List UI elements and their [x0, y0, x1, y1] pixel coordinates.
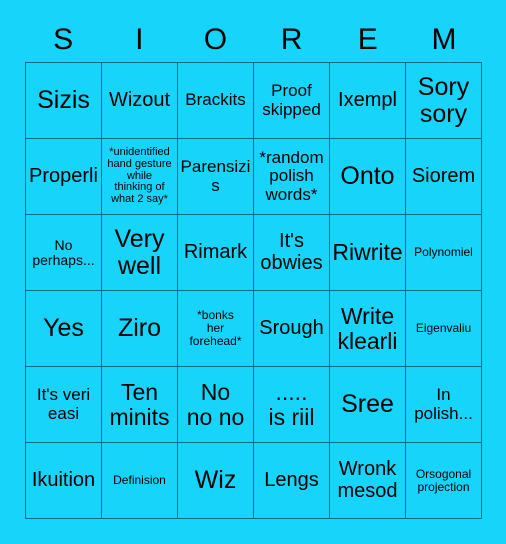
bingo-cell[interactable]: Orsogonal projection [406, 443, 482, 519]
bingo-header-letter-1: I [135, 23, 144, 56]
bingo-cell[interactable]: *unidentified hand gesture while thinkin… [102, 139, 178, 215]
bingo-grid: Sizis Wizout Brackits Proof skipped Ixempl So… [25, 62, 482, 519]
bingo-cell-label: Write klearli [337, 303, 398, 354]
bingo-cell-label: Orsogonal projection [415, 466, 472, 494]
bingo-cell[interactable]: Ten minits [102, 367, 178, 443]
bingo-cell[interactable]: *bonks her forehead* [178, 291, 254, 367]
bingo-cell[interactable]: Ixempl [330, 63, 406, 139]
bingo-cell[interactable]: No perhaps... [26, 215, 102, 291]
bingo-cell[interactable]: Very well [102, 215, 178, 291]
bingo-cell-label: Sizis [37, 86, 90, 115]
bingo-cell-label: Onto [340, 162, 395, 191]
bingo-header-letter-2: O [203, 23, 228, 56]
bingo-cell[interactable]: Wizout [102, 63, 178, 139]
bingo-card: S I O R E M Sizis Wizout Brackits Proof skipped I… [0, 0, 506, 544]
bingo-cell-label: Proof skipped [262, 81, 321, 119]
bingo-cell[interactable]: Sree [330, 367, 406, 443]
bingo-cell-label: Sree [341, 390, 394, 419]
bingo-cell-label: Eigenvaliu [415, 321, 472, 336]
bingo-cell[interactable]: In polish... [406, 367, 482, 443]
bingo-cell[interactable]: Sory sory [406, 63, 482, 139]
bingo-cell-label: Srough [259, 316, 324, 339]
bingo-cell[interactable]: Lengs [254, 443, 330, 519]
bingo-header-letter-4: E [357, 23, 378, 56]
bingo-cell-label: Siorem [411, 164, 476, 187]
bingo-cell-label: Very well [114, 225, 165, 280]
bingo-cell-label: ..... is riil [268, 379, 315, 430]
bingo-cell[interactable]: Wiz [178, 443, 254, 519]
bingo-cell[interactable]: ..... is riil [254, 367, 330, 443]
bingo-cell-label: Brackits [185, 90, 246, 110]
bingo-cell-label: It's obwies [260, 230, 323, 274]
bingo-cell-label: Ziro [117, 314, 162, 343]
bingo-cell[interactable]: Yes [26, 291, 102, 367]
bingo-cell[interactable]: Ziro [102, 291, 178, 367]
bingo-cell[interactable]: No no no [178, 367, 254, 443]
bingo-cell-label: *random polish words* [259, 148, 324, 204]
bingo-cell[interactable]: Proof skipped [254, 63, 330, 139]
bingo-cell[interactable]: Polynomiel [406, 215, 482, 291]
bingo-cell-label: Definision [113, 473, 166, 488]
bingo-cell-label: In polish... [414, 385, 473, 423]
bingo-header-letter-3: R [280, 23, 303, 56]
bingo-cell-label: Wizout [108, 88, 171, 111]
bingo-cell[interactable]: Brackits [178, 63, 254, 139]
bingo-cell-label: Lengs [264, 468, 319, 491]
bingo-cell-label: Wronk mesod [337, 458, 398, 502]
bingo-cell-label: Rimark [183, 240, 248, 263]
bingo-header-letter-0: S [53, 23, 74, 56]
bingo-header-letter-5: M [431, 23, 457, 56]
bingo-cell-label: It's veri easi [36, 385, 91, 423]
bingo-cell[interactable]: Ikuition [26, 443, 102, 519]
bingo-cell-label: Polynomiel [414, 245, 473, 260]
bingo-cell-label: *bonks her forehead* [189, 308, 242, 348]
bingo-cell[interactable]: Wronk mesod [330, 443, 406, 519]
bingo-cell-label: Properli [29, 164, 98, 187]
bingo-header-row: SIOREM [25, 18, 482, 62]
bingo-cell-label: Ixempl [338, 88, 397, 111]
bingo-cell[interactable]: Eigenvaliu [406, 291, 482, 367]
bingo-cell[interactable]: It's obwies [254, 215, 330, 291]
bingo-cell[interactable]: Riwrite [330, 215, 406, 291]
bingo-cell-label: Sory sory [417, 73, 470, 128]
bingo-cell-label: No perhaps... [32, 236, 95, 268]
bingo-cell[interactable]: Srough [254, 291, 330, 367]
bingo-cell[interactable]: Parensizis [178, 139, 254, 215]
bingo-cell-label: No no no [186, 379, 245, 430]
bingo-cell[interactable]: Rimark [178, 215, 254, 291]
bingo-cell[interactable]: Write klearli [330, 291, 406, 367]
bingo-cell-label: Wiz [194, 466, 237, 495]
bingo-cell[interactable]: It's veri easi [26, 367, 102, 443]
bingo-cell-label: Ikuition [31, 468, 96, 491]
bingo-cell[interactable]: *random polish words* [254, 139, 330, 215]
bingo-cell[interactable]: Onto [330, 139, 406, 215]
bingo-cell[interactable]: Definision [102, 443, 178, 519]
bingo-cell-label: *unidentified hand gesture while thinkin… [107, 146, 172, 205]
bingo-cell[interactable]: Sizis [26, 63, 102, 139]
bingo-cell[interactable]: Properli [26, 139, 102, 215]
bingo-cell-label: Riwrite [332, 239, 403, 266]
bingo-cell-label: Parensizis [180, 157, 251, 195]
bingo-cell-label: Yes [43, 314, 84, 343]
bingo-cell[interactable]: Siorem [406, 139, 482, 215]
bingo-cell-label: Ten minits [109, 379, 170, 430]
